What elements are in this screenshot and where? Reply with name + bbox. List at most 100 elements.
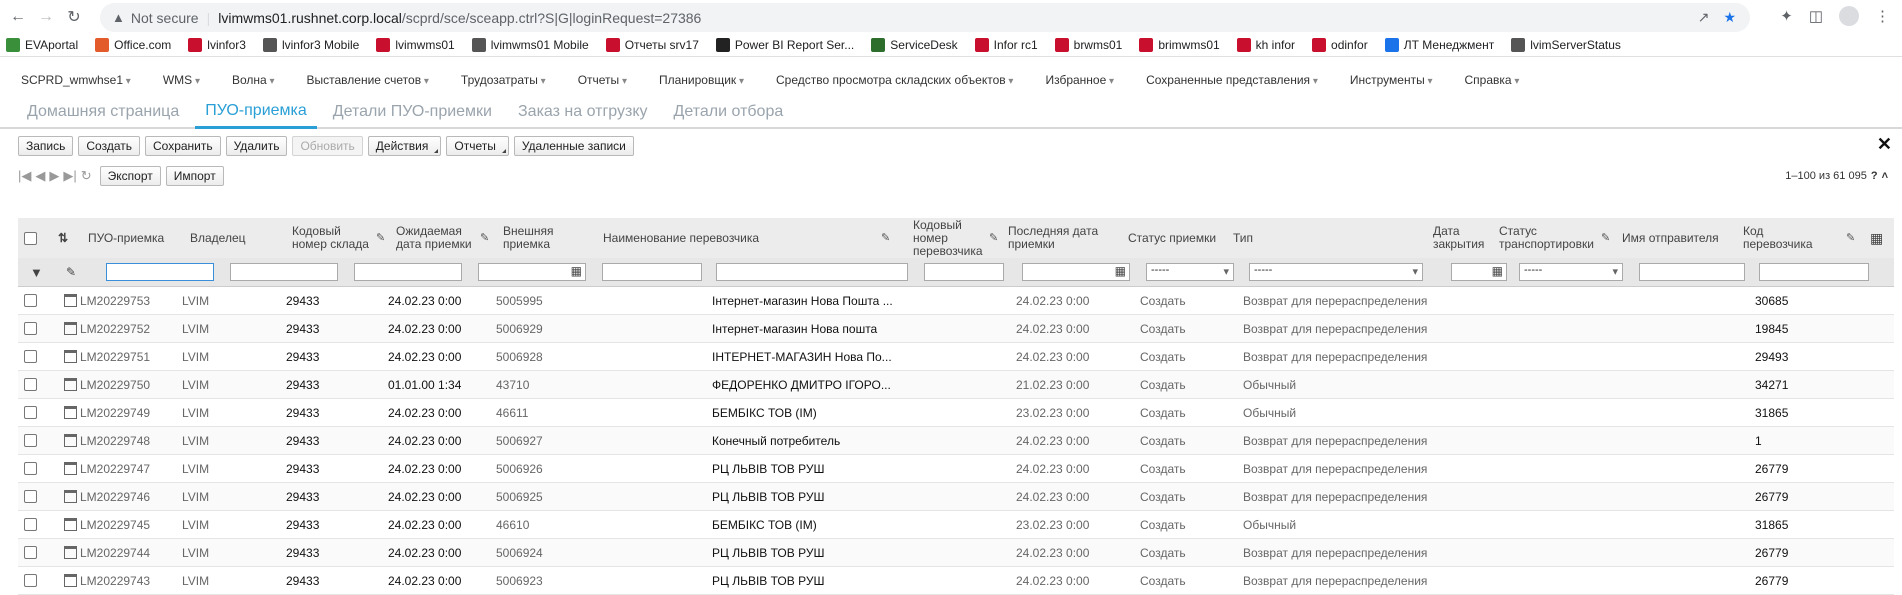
filter-close-date[interactable] [1451,263,1507,281]
col-carrier-name[interactable]: Наименование перевозчика [603,218,768,258]
app-menu-item[interactable]: Трудозатраты [461,73,546,87]
address-bar[interactable]: ▲ Not secure | lvimwms01.rushnet.corp.lo… [100,3,1750,32]
filter-type[interactable]: ----- [1249,263,1423,281]
export-button[interactable]: Экспорт [99,166,161,186]
tab-item[interactable]: Заказ на отгрузку [508,103,658,127]
clear-filter-icon[interactable]: ✎ [66,258,76,286]
refresh-grid-icon[interactable]: ↻ [81,168,92,184]
column-chooser-icon[interactable]: ▦ [1870,218,1883,258]
app-menu-item[interactable]: Справка [1465,73,1520,87]
filter-owner[interactable] [230,263,338,281]
bookmark-item[interactable]: lvimwms01 Mobile [471,38,589,52]
filter-last-date[interactable] [1022,263,1130,281]
bookmark-item[interactable]: Office.com [95,38,171,52]
reload-icon[interactable]: ↻ [60,3,88,31]
row-checkbox[interactable] [24,434,37,447]
open-record-icon[interactable] [64,490,77,503]
prev-page-icon[interactable]: ◀ [35,168,45,184]
table-row[interactable]: LM20229747 LVIM 29433 24.02.23 0:00 5006926 Р… [18,455,1894,483]
reports-button[interactable]: Отчеты [446,136,509,156]
forward-arrow-icon[interactable]: → [32,3,60,31]
app-menu-item[interactable]: Избранное [1045,73,1114,87]
open-record-icon[interactable] [64,462,77,475]
row-checkbox[interactable] [24,546,37,559]
col-carrier-code-no[interactable]: Кодовый номер перевозчика [913,218,988,258]
back-arrow-icon[interactable]: ← [4,3,32,31]
bookmark-item[interactable]: lvinfor3 Mobile [262,38,359,52]
menu-icon[interactable]: ⋮ [1875,7,1890,25]
cell-receipt[interactable]: LM20229753 [80,287,150,314]
col-owner[interactable]: Владелец [190,218,285,258]
filter-transport-status[interactable]: ----- [1519,263,1623,281]
extensions-icon[interactable]: ✦ [1780,7,1793,25]
col-expected-date[interactable]: Ожидаемая дата приемки [396,218,486,258]
filter-status[interactable]: ----- [1146,263,1234,281]
app-menu-item[interactable]: Отчеты [578,73,627,87]
tab-item[interactable]: Детали отбора [664,103,794,127]
filter-ext-receipt[interactable] [602,263,702,281]
select-all-checkbox[interactable] [24,231,37,245]
row-checkbox[interactable] [24,462,37,475]
bookmark-item[interactable]: ЛТ Менеджмент [1384,38,1494,52]
star-icon[interactable]: ★ [1723,9,1736,26]
row-checkbox[interactable] [24,574,37,587]
open-record-icon[interactable] [64,406,77,419]
table-row[interactable]: LM20229753 LVIM 29433 24.02.23 0:00 5005995 І… [18,287,1894,315]
bookmark-item[interactable]: EVAportal [6,38,78,52]
app-menu-item[interactable]: WMS [163,73,200,87]
sort-icon[interactable]: ⇅ [58,218,68,258]
col-wh-code[interactable]: Кодовый номер склада [292,218,374,258]
bookmark-item[interactable]: lvimwms01 [376,38,455,52]
filter-carrier-code-no[interactable] [924,263,1004,281]
table-row[interactable]: LM20229750 LVIM 29433 01.01.00 1:34 43710 ФЕД… [18,371,1894,399]
import-button[interactable]: Импорт [165,166,224,186]
bookmark-item[interactable]: odinfor [1312,38,1368,52]
filter-carrier-name[interactable] [716,263,908,281]
col-last-date[interactable]: Последняя дата приемки [1008,218,1103,258]
bookmark-item[interactable]: ServiceDesk [871,38,958,52]
bookmark-item[interactable]: lvimServerStatus [1511,38,1621,52]
cell-receipt[interactable]: LM20229744 [80,539,150,566]
cell-receipt[interactable]: LM20229746 [80,483,150,510]
open-record-icon[interactable] [64,350,77,363]
open-record-icon[interactable] [64,574,77,587]
collapse-icon[interactable]: ˄ [1882,170,1888,182]
create-button[interactable]: Создать [78,136,140,156]
app-menu-item[interactable]: Выставление счетов [307,73,429,87]
col-close-date[interactable]: Дата закрытия [1433,218,1488,258]
open-record-icon[interactable] [64,434,77,447]
col-status[interactable]: Статус приемки [1128,218,1228,258]
bookmark-item[interactable]: brimwms01 [1139,38,1220,52]
share-icon[interactable]: ↗ [1698,9,1710,26]
cell-receipt[interactable]: LM20229743 [80,567,150,594]
cell-receipt[interactable]: LM20229745 [80,511,150,538]
last-page-icon[interactable]: ▶| [63,168,76,184]
bookmark-item[interactable]: Infor rc1 [974,38,1038,52]
table-row[interactable]: LM20229752 LVIM 29433 24.02.23 0:00 5006929 І… [18,315,1894,343]
record-button[interactable]: Запись [18,136,74,156]
delete-button[interactable]: Удалить [225,136,288,156]
cell-receipt[interactable]: LM20229751 [80,343,150,370]
filter-icon[interactable]: ▼ [30,258,43,286]
filter-sender[interactable] [1639,263,1745,281]
help-icon[interactable]: ? [1871,170,1878,182]
save-button[interactable]: Сохранить [144,136,221,156]
filter-wh-code[interactable] [354,263,462,281]
open-record-icon[interactable] [64,378,77,391]
table-row[interactable]: LM20229743 LVIM 29433 24.02.23 0:00 5006923 Р… [18,567,1894,595]
filter-expected-date[interactable] [478,263,586,281]
cell-receipt[interactable]: LM20229750 [80,371,150,398]
cell-receipt[interactable]: LM20229749 [80,399,150,426]
table-row[interactable]: LM20229744 LVIM 29433 24.02.23 0:00 5006924 Р… [18,539,1894,567]
profile-avatar[interactable] [1839,6,1859,26]
table-row[interactable]: LM20229748 LVIM 29433 24.02.23 0:00 5006927 К… [18,427,1894,455]
col-sender[interactable]: Имя отправителя [1622,218,1732,258]
cell-receipt[interactable]: LM20229747 [80,455,150,482]
side-panel-icon[interactable]: ◫ [1809,7,1823,25]
row-checkbox[interactable] [24,406,37,419]
app-menu-item[interactable]: Планировщик [659,73,744,87]
row-checkbox[interactable] [24,350,37,363]
app-menu-item[interactable]: Средство просмотра складских объектов [776,73,1013,87]
app-menu-item[interactable]: Инструменты [1350,73,1433,87]
actions-button[interactable]: Действия [367,136,442,156]
